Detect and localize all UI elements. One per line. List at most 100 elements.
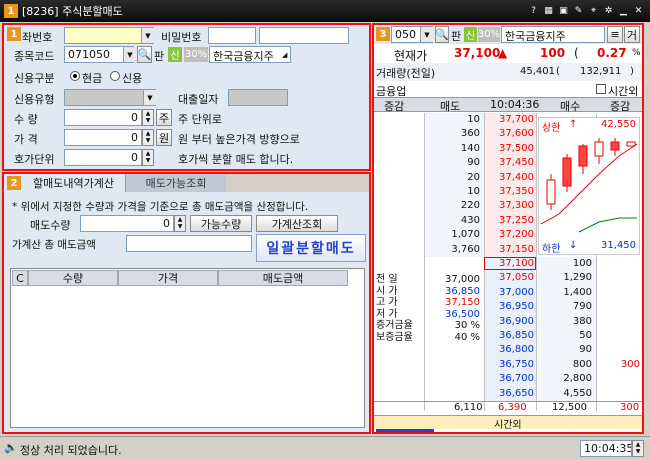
volume-value: 45,401 [520, 66, 555, 77]
qty-stepper[interactable]: ▲ ▼ [142, 109, 154, 126]
ask-price: 37,500 [499, 142, 534, 154]
volume-close-paren: ) [630, 66, 634, 77]
info-label: 보증금율 [376, 331, 413, 343]
bid-chg [598, 300, 640, 313]
pin-icon[interactable]: ✎ [573, 6, 584, 17]
bid-qty: 1,290 [563, 272, 592, 284]
price-suffix: 원 부터 높은가격 방향으로 [178, 133, 300, 146]
title-icons: ? ▦ ▣ ✎ ⌖ ✲ ▁ ✕ [528, 6, 644, 17]
cur-price-label: 현재가 [394, 49, 428, 63]
cash-radio[interactable] [70, 71, 80, 81]
sell-qty-input[interactable]: 0 [80, 215, 174, 232]
ask-qty: 220 [460, 200, 480, 212]
candle-1 [546, 179, 556, 205]
quote-code-dropdown-icon[interactable]: ▼ [420, 27, 433, 42]
ask-qty: 140 [460, 142, 480, 154]
bid-chg: 300 [620, 358, 640, 370]
ask-price: 37,200 [499, 229, 534, 241]
credit-kind-dropdown-icon[interactable]: ▼ [143, 90, 156, 105]
margin-tag: 30% [184, 47, 208, 62]
candle-6 [626, 141, 636, 147]
screen-icon[interactable]: ▣ [558, 6, 569, 17]
tab-calc[interactable]: 할매도내역가계산 [22, 174, 126, 192]
loan-date-input[interactable] [228, 89, 288, 106]
loan-date-label: 대출일자 [178, 93, 219, 106]
calc-panel-badge: 2 [7, 176, 21, 190]
code-label: 종목코드 [14, 50, 55, 63]
account-dropdown-icon[interactable]: ▼ [141, 28, 154, 43]
ask-price: 37,350 [499, 186, 534, 197]
candle-2 [562, 157, 572, 187]
grid-col-qty: 수량 [28, 270, 118, 286]
help-icon[interactable]: ? [528, 6, 539, 17]
bid-qty: 2,800 [563, 373, 592, 385]
ask-qty: 10 [467, 186, 480, 197]
prev-volume-value: 132,911 [580, 66, 622, 77]
bid-chg [598, 372, 640, 385]
price-stepper[interactable]: ▲ ▼ [142, 129, 154, 146]
bid-qty: 90 [579, 344, 592, 356]
ask-price: 37,450 [499, 157, 534, 169]
ask-qty: 3,760 [451, 243, 480, 255]
ask-price: 37,250 [499, 214, 534, 226]
quote-search-icon[interactable]: 🔍 [435, 26, 449, 43]
ob-vline-2 [484, 113, 485, 411]
volume-label: 거래량(전일) [376, 67, 436, 80]
bulk-sell-button[interactable]: 일괄분할매도 [256, 234, 366, 262]
after-hours-checkbox[interactable] [596, 84, 606, 94]
qty-input[interactable]: 0 [64, 109, 142, 126]
tick-input[interactable]: 0 [64, 149, 142, 166]
calc-query-button[interactable]: 가계산조회 [256, 215, 338, 232]
code-dropdown-icon[interactable]: ▼ [123, 47, 136, 62]
memo-icon[interactable]: ≡ [607, 26, 623, 43]
qty-suffix: 주 단위로 [178, 113, 222, 126]
tab-sellable[interactable]: 매도가능조회 [126, 174, 226, 192]
sell-qty-stepper[interactable]: ▲ ▼ [174, 215, 186, 232]
stock-name-arrow-icon[interactable]: ◢ [282, 51, 287, 59]
grid-col-amount: 매도금액 [218, 270, 348, 286]
candle-5 [610, 141, 620, 151]
bid-chg [598, 329, 640, 342]
qty-label: 수 량 [14, 113, 38, 126]
gear-icon[interactable]: ✲ [603, 6, 614, 17]
password-extra-input[interactable] [259, 27, 349, 44]
credit-kind-label: 신용유형 [14, 93, 55, 106]
ob-head-bid: 매수 [560, 100, 581, 113]
change-value: 100 [540, 46, 566, 60]
time-stepper[interactable]: ▲ ▼ [632, 440, 644, 457]
bid-qty: 800 [572, 358, 592, 370]
quote-stock-name[interactable]: 한국금융지주 [501, 26, 605, 43]
pct-sign: % [632, 48, 641, 58]
credit-radio[interactable] [110, 71, 120, 81]
price-unit-button[interactable]: 원 [156, 129, 172, 146]
window-title: [8236] 주식분할매도 [22, 5, 123, 18]
status-message: 정상 처리 되었습니다. [20, 444, 122, 457]
bid-qty: 100 [572, 258, 592, 269]
grid-col-check[interactable]: C [12, 270, 28, 286]
quote-margin-tag: 30% [477, 27, 501, 42]
ask-qty: 1,070 [451, 229, 480, 241]
bid-qty: 790 [572, 301, 592, 313]
close-icon[interactable]: ✕ [633, 6, 644, 17]
tree-icon[interactable]: ⌖ [588, 6, 599, 17]
minimize-icon[interactable]: ▁ [618, 6, 629, 17]
ob-head-ask-chg: 증감 [384, 100, 405, 113]
total-bid: 12,500 [552, 402, 587, 413]
sell-qty-label: 매도수량 [30, 219, 71, 232]
password-input[interactable] [208, 27, 256, 44]
more-button[interactable]: 거 [624, 26, 640, 43]
quote-panel: 3 050 ▼ 🔍 판 신 30% 한국금융지주 ≡ 거 현재가 37,100 … [372, 23, 644, 434]
ask-qty: 10 [467, 114, 480, 125]
volume-open-paren: ( [556, 66, 560, 77]
bid-price: 37,000 [499, 286, 534, 298]
stock-name-field[interactable]: 한국금융지주 [209, 46, 291, 63]
qty-unit-button[interactable]: 주 [156, 109, 172, 126]
lower-limit-price: 31,450 [601, 240, 636, 251]
quote-credit-tag: 신 [464, 27, 477, 42]
bid-price: 36,700 [499, 373, 534, 385]
price-input[interactable]: 0 [64, 129, 142, 146]
search-icon[interactable]: 🔍 [137, 46, 152, 63]
tick-stepper[interactable]: ▲ ▼ [142, 149, 154, 166]
calc-icon[interactable]: ▦ [543, 6, 554, 17]
avail-qty-button[interactable]: 가능수량 [190, 215, 252, 232]
